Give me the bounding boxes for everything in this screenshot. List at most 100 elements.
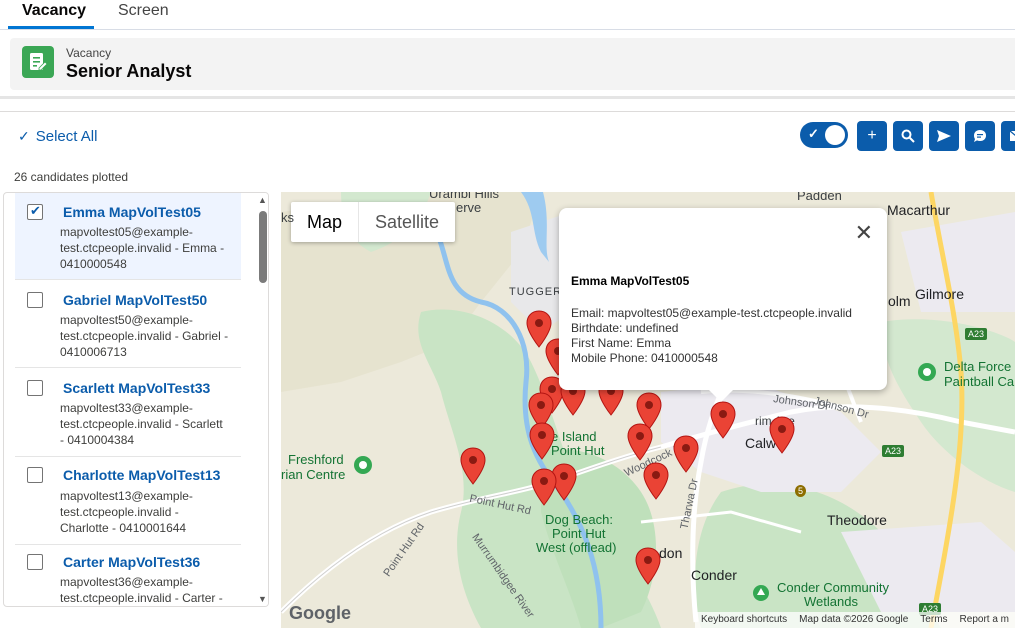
check-icon: ✓: [18, 128, 30, 144]
record-header: Vacancy Senior Analyst: [10, 38, 1015, 90]
info-birthdate: Birthdate: undefined: [571, 321, 679, 335]
add-button[interactable]: +: [857, 121, 887, 151]
map-type-control: Map Satellite: [291, 202, 456, 242]
candidate-map-pin[interactable]: [710, 401, 736, 439]
scrollbar-thumb[interactable]: [259, 211, 267, 283]
divider: [0, 111, 1015, 112]
scroll-up-icon[interactable]: ▲: [258, 195, 267, 205]
map-label: West (offlead): [536, 540, 617, 555]
send-icon: [937, 130, 951, 142]
map-label: Padden: [797, 192, 842, 203]
map-label: Gilmore: [915, 286, 965, 302]
candidate-details: mapvoltest36@example- test.ctcpeople.inv…: [60, 575, 223, 605]
map-label: Delta Force: [944, 359, 1012, 374]
candidate-map-pin[interactable]: [769, 416, 795, 454]
info-email: Email: mapvoltest05@example-test.ctcpeop…: [571, 306, 852, 320]
list-item[interactable]: Gabriel MapVolTest50 mapvoltest50@exampl…: [15, 281, 241, 368]
chat-button[interactable]: [965, 121, 995, 151]
map-type-map-button[interactable]: Map: [291, 202, 360, 242]
map-label: Paintball Ca: [944, 374, 1015, 389]
candidate-details: mapvoltest50@example- test.ctcpeople.inv…: [60, 313, 229, 359]
page-title: Senior Analyst: [66, 61, 192, 81]
candidate-checkbox[interactable]: [27, 292, 43, 308]
poi-pin-icon[interactable]: [917, 362, 937, 382]
report-link[interactable]: Report a m: [960, 614, 1009, 626]
list-item[interactable]: Carter MapVolTest36 mapvoltest36@example…: [15, 546, 241, 606]
poi-tree-icon[interactable]: [752, 584, 770, 602]
list-item[interactable]: Emma MapVolTest05 mapvoltest05@example- …: [15, 193, 241, 280]
info-window-title: Emma MapVolTest05: [571, 274, 690, 288]
candidate-checkbox[interactable]: [27, 380, 43, 396]
map-toggle[interactable]: ✓: [800, 122, 848, 148]
send-button[interactable]: [929, 121, 959, 151]
candidate-checkbox[interactable]: [27, 467, 43, 483]
map-label: erve: [456, 200, 482, 215]
divider: [0, 96, 1015, 99]
candidate-map-pin[interactable]: [643, 462, 669, 500]
map-label: e Island: [551, 429, 597, 444]
check-icon: ✓: [808, 126, 819, 141]
map-label: rian Centre: [281, 467, 346, 482]
map-attribution: Keyboard shortcuts Map data ©2026 Google…: [695, 612, 1015, 628]
list-item[interactable]: Charlotte MapVolTest13 mapvoltest13@exam…: [15, 458, 241, 545]
select-all-label: Select All: [35, 128, 98, 145]
scroll-down-icon[interactable]: ▼: [258, 594, 267, 604]
google-logo: Google: [289, 603, 351, 623]
candidate-name[interactable]: Charlotte MapVolTest13: [63, 467, 220, 483]
road-shield: A23: [882, 445, 905, 457]
candidate-details: mapvoltest33@example- test.ctcpeople.inv…: [60, 401, 223, 447]
map-label: don: [659, 545, 683, 561]
candidate-checkbox[interactable]: [27, 203, 43, 220]
candidate-name[interactable]: Emma MapVolTest05: [63, 204, 201, 220]
map[interactable]: Map Satellite Urambi Hills erve ks Padde…: [281, 192, 1015, 628]
map-label: Dog Beach:: [545, 512, 613, 527]
map-label: Conder: [691, 567, 737, 583]
candidate-details: mapvoltest05@example- test.ctcpeople.inv…: [60, 225, 225, 271]
road-shield: A23: [965, 328, 988, 340]
candidate-list: Emma MapVolTest05 mapvoltest05@example- …: [3, 192, 269, 607]
info-mobile: Mobile Phone: 0410000548: [571, 351, 718, 365]
keyboard-shortcuts-link[interactable]: Keyboard shortcuts: [701, 614, 787, 626]
map-label: Point Hut: [551, 443, 605, 458]
close-icon[interactable]: ✕: [855, 220, 873, 246]
list-item[interactable]: Scarlett MapVolTest33 mapvoltest33@examp…: [15, 369, 241, 457]
email-icon: [1009, 130, 1015, 141]
chat-icon: [974, 130, 986, 142]
candidate-map-pin[interactable]: [529, 422, 555, 460]
candidate-map-pin[interactable]: [673, 435, 699, 473]
map-label: Freshford: [288, 452, 344, 467]
search-icon: [901, 129, 915, 143]
map-label: Conder Community: [777, 580, 889, 595]
select-all-button[interactable]: ✓ Select All: [18, 128, 97, 145]
info-first-name: First Name: Emma: [571, 336, 672, 350]
map-label: Point Hut: [552, 526, 606, 541]
map-data-text: Map data ©2026 Google: [799, 614, 909, 625]
email-button[interactable]: [1001, 121, 1015, 151]
record-object-label: Vacancy: [66, 46, 112, 60]
map-label: Wetlands: [804, 594, 858, 609]
candidate-details: mapvoltest13@example- test.ctcpeople.inv…: [60, 489, 193, 535]
terms-link[interactable]: Terms: [920, 614, 947, 626]
candidate-map-pin[interactable]: [635, 547, 661, 585]
map-label: Macarthur: [887, 202, 951, 218]
map-label: olm: [888, 293, 911, 309]
candidate-name[interactable]: Scarlett MapVolTest33: [63, 380, 210, 396]
candidate-name[interactable]: Gabriel MapVolTest50: [63, 292, 207, 308]
candidate-map-pin[interactable]: [460, 447, 486, 485]
tab-bar: Vacancy Screen: [0, 0, 1015, 30]
road-shield: 5: [795, 485, 807, 497]
list-scrollbar[interactable]: ▲ ▼: [256, 193, 268, 606]
plotted-count: 26 candidates plotted: [14, 170, 129, 184]
candidate-name[interactable]: Carter MapVolTest36: [63, 554, 200, 570]
candidate-map-pin[interactable]: [531, 468, 557, 506]
search-button[interactable]: [893, 121, 923, 151]
poi-pin-icon[interactable]: [353, 455, 373, 475]
map-type-satellite-button[interactable]: Satellite: [359, 202, 455, 242]
map-label: Theodore: [827, 512, 887, 528]
candidate-checkbox[interactable]: [27, 554, 43, 570]
map-label: ks: [281, 210, 294, 225]
candidate-map-pin[interactable]: [627, 423, 653, 461]
tab-vacancy[interactable]: Vacancy: [8, 2, 94, 29]
tab-screen[interactable]: Screen: [118, 2, 169, 29]
plus-icon: +: [867, 127, 877, 144]
